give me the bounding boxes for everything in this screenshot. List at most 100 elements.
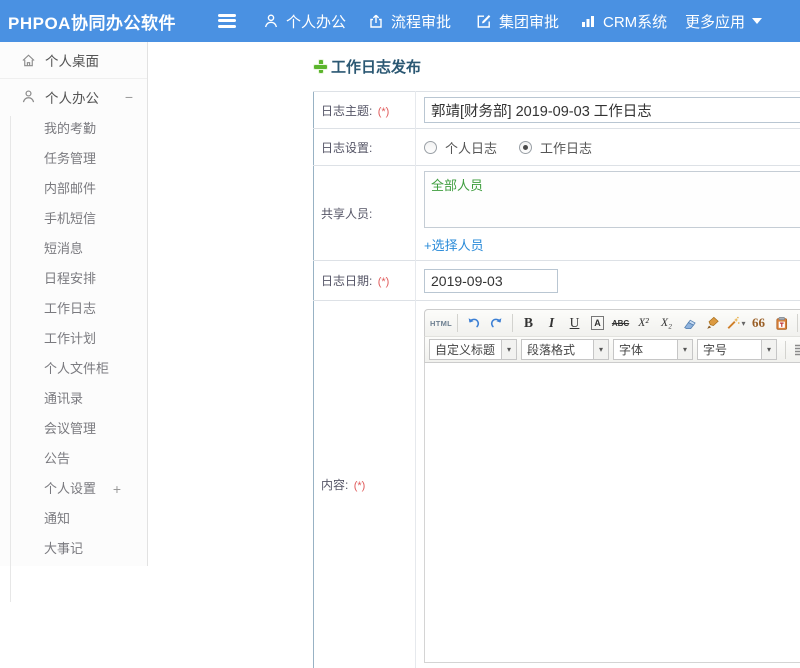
radio-personal-log[interactable]	[424, 141, 437, 154]
subscript-button[interactable]: X₂	[656, 313, 677, 334]
clipboard-icon	[774, 316, 789, 331]
subject-input[interactable]	[424, 97, 800, 123]
radio-work-log[interactable]	[519, 141, 532, 154]
share-label: 共享人员:	[321, 207, 372, 221]
sidebar-item-mobile-sms[interactable]: 手机短信	[0, 204, 147, 234]
sidebar-item-tasks[interactable]: 任务管理	[0, 144, 147, 174]
work-log-form: 日志主题: (*) 日志设置: 个人日志 工作日志 共享人	[313, 91, 800, 668]
user-icon	[263, 13, 279, 29]
strikethrough-button[interactable]: ABC	[610, 313, 631, 334]
nav-label: CRM系统	[603, 11, 667, 32]
top-bar: PHPOA协同办公软件 个人办公 流程审批 集团审批 CRM系统 更多应用	[0, 0, 800, 42]
redo-icon	[489, 316, 504, 330]
nav-crm-system[interactable]: CRM系统	[580, 0, 667, 42]
nav-group-approval[interactable]: 集团审批	[476, 0, 559, 42]
paste-text-button[interactable]	[771, 313, 792, 334]
sidebar-item-attendance[interactable]: 我的考勤	[0, 114, 147, 144]
nav-label: 更多应用	[685, 11, 745, 32]
sidebar-item-desktop[interactable]: 个人桌面	[0, 42, 147, 79]
auto-typeset-button[interactable]: ▾	[725, 313, 746, 334]
sidebar: 个人桌面 个人办公 − 我的考勤 任务管理 内部邮件 手机短信 短消息 日程安排…	[0, 42, 148, 566]
required-mark: (*)	[378, 106, 390, 118]
nav-personal-office[interactable]: 个人办公	[263, 0, 346, 42]
redo-button[interactable]	[486, 313, 507, 334]
radio-personal-log-label[interactable]: 个人日志	[445, 138, 497, 157]
editor-toolbar-row2: 自定义标题 ▾ 段落格式 ▾ 字体 ▾ 字号 ▾	[424, 336, 800, 363]
form-row-log-type: 日志设置: 个人日志 工作日志	[314, 129, 800, 166]
add-icon	[313, 59, 328, 74]
nav-label: 个人办公	[286, 11, 346, 32]
underline-button[interactable]: U	[564, 313, 585, 334]
eraser-icon	[682, 316, 697, 330]
share-members-box[interactable]: 全部人员	[424, 171, 800, 228]
content-label: 内容:	[321, 478, 348, 492]
home-icon	[21, 53, 36, 68]
italic-button[interactable]: I	[541, 313, 562, 334]
sidebar-item-internal-mail[interactable]: 内部邮件	[0, 174, 147, 204]
format-painter-button[interactable]	[702, 313, 723, 334]
bold-button[interactable]: B	[518, 313, 539, 334]
collapse-icon[interactable]: −	[125, 89, 133, 105]
menu-toggle-icon[interactable]	[218, 14, 236, 28]
sidebar-item-schedule[interactable]: 日程安排	[0, 264, 147, 294]
sidebar-item-contacts[interactable]: 通讯录	[0, 384, 147, 414]
nav-more-apps[interactable]: 更多应用	[685, 0, 762, 42]
form-row-subject: 日志主题: (*)	[314, 92, 800, 129]
sidebar-item-label: 个人办公	[45, 87, 99, 107]
date-input[interactable]	[424, 269, 558, 293]
caret-down-icon: ▾	[677, 340, 692, 359]
caret-down-icon: ▾	[593, 340, 608, 359]
sidebar-submenu: 我的考勤 任务管理 内部邮件 手机短信 短消息 日程安排 工作日志 工作计划 个…	[0, 114, 147, 564]
bar-chart-icon	[580, 13, 596, 29]
page-title: 工作日志发布	[331, 56, 421, 77]
form-row-date: 日志日期: (*)	[314, 261, 800, 301]
sidebar-item-work-plan[interactable]: 工作计划	[0, 324, 147, 354]
font-border-button[interactable]: A	[587, 313, 608, 334]
caret-down-icon	[752, 18, 762, 24]
subject-label: 日志主题:	[321, 104, 372, 118]
superscript-button[interactable]: X²	[633, 313, 654, 334]
page-header: 工作日志发布	[313, 56, 800, 77]
select-members-link[interactable]: +选择人员	[424, 235, 484, 254]
undo-icon	[466, 316, 481, 330]
sidebar-item-notices[interactable]: 通知	[0, 504, 147, 534]
rich-text-editor: HTML B I U A ABC X² X₂ ▾	[424, 309, 800, 663]
sidebar-item-personal-settings[interactable]: 个人设置+	[0, 474, 147, 504]
user-icon	[21, 89, 36, 104]
nav-label: 流程审批	[391, 11, 451, 32]
log-type-radio-group: 个人日志 工作日志	[424, 138, 800, 157]
sidebar-item-label: 个人桌面	[45, 50, 99, 70]
font-family-select[interactable]: 字体 ▾	[613, 339, 693, 360]
sidebar-item-memorabilia[interactable]: 大事记	[0, 534, 147, 564]
source-code-button[interactable]: HTML	[430, 313, 452, 334]
paragraph-format-select[interactable]: 段落格式 ▾	[521, 339, 609, 360]
main-content: 工作日志发布 日志主题: (*) 日志设置: 个人日志 工作日志	[313, 50, 800, 668]
radio-work-log-label[interactable]: 工作日志	[540, 138, 592, 157]
sidebar-item-file-cabinet[interactable]: 个人文件柜	[0, 354, 147, 384]
app-logo: PHPOA协同办公软件	[8, 0, 176, 42]
sidebar-item-short-messages[interactable]: 短消息	[0, 234, 147, 264]
align-left-button[interactable]	[791, 339, 800, 360]
form-row-share-members: 共享人员: 全部人员 +选择人员	[314, 166, 800, 261]
align-left-icon	[795, 344, 800, 356]
sidebar-item-office[interactable]: 个人办公 −	[0, 79, 147, 114]
editor-body[interactable]	[424, 363, 800, 663]
nav-workflow-approval[interactable]: 流程审批	[368, 0, 451, 42]
required-mark: (*)	[354, 480, 366, 492]
editor-toolbar-row1: HTML B I U A ABC X² X₂ ▾	[424, 309, 800, 336]
blockquote-button[interactable]: 66	[748, 313, 769, 334]
magic-wand-icon	[726, 316, 741, 330]
flow-upload-icon	[368, 13, 384, 29]
edit-icon	[476, 13, 492, 29]
custom-title-select[interactable]: 自定义标题 ▾	[429, 339, 517, 360]
caret-down-icon: ▾	[742, 319, 746, 328]
sidebar-item-meetings[interactable]: 会议管理	[0, 414, 147, 444]
font-size-select[interactable]: 字号 ▾	[697, 339, 777, 360]
remove-format-button[interactable]	[679, 313, 700, 334]
share-members-value: 全部人员	[431, 178, 483, 193]
expand-icon[interactable]: +	[113, 474, 121, 504]
undo-button[interactable]	[463, 313, 484, 334]
required-mark: (*)	[378, 276, 390, 288]
sidebar-item-work-log[interactable]: 工作日志	[0, 294, 147, 324]
sidebar-item-announcements[interactable]: 公告	[0, 444, 147, 474]
